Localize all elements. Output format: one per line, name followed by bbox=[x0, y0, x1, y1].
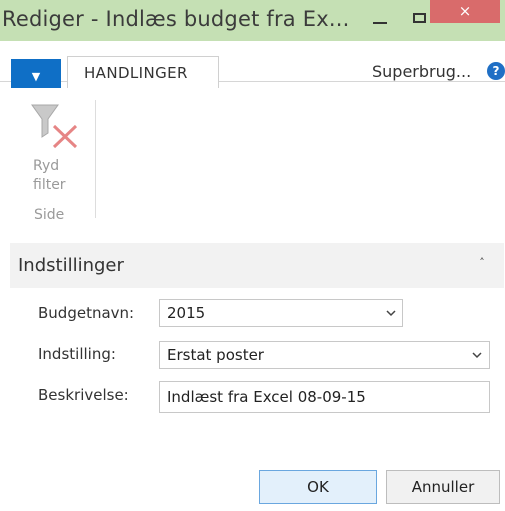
window-title: Rediger - Indlæs budget fra Ex... bbox=[2, 7, 350, 31]
ok-button[interactable]: OK bbox=[259, 470, 377, 504]
close-icon[interactable]: × bbox=[430, 0, 500, 23]
window-title-bar: Rediger - Indlæs budget fra Ex... × bbox=[0, 0, 505, 42]
filter-clear-icon bbox=[31, 104, 78, 149]
help-icon[interactable]: ? bbox=[487, 62, 505, 80]
chevron-up-icon[interactable]: ˄ bbox=[476, 256, 488, 269]
ribbon-divider bbox=[95, 100, 96, 218]
budget-name-value: 2015 bbox=[167, 304, 206, 322]
setting-dropdown[interactable]: Erstat poster bbox=[159, 341, 490, 369]
setting-label: Indstilling: bbox=[38, 345, 116, 363]
clear-filter-label-line2: filter bbox=[33, 177, 66, 193]
clear-filter-button[interactable]: Ryd filter bbox=[33, 157, 66, 195]
user-name[interactable]: Superbrug... bbox=[372, 62, 471, 81]
clear-filter-label-line1: Ryd bbox=[33, 158, 60, 174]
minimize-icon[interactable] bbox=[369, 2, 391, 38]
chevron-down-icon bbox=[472, 352, 482, 359]
cancel-button[interactable]: Annuller bbox=[386, 470, 500, 504]
section-title: Indstillinger bbox=[18, 255, 124, 276]
chevron-down-icon bbox=[386, 310, 396, 317]
description-value: Indlæst fra Excel 08-09-15 bbox=[167, 388, 366, 406]
maximize-icon[interactable] bbox=[410, 2, 432, 38]
description-label: Beskrivelse: bbox=[38, 386, 129, 404]
description-input[interactable]: Indlæst fra Excel 08-09-15 bbox=[159, 381, 490, 413]
budget-name-dropdown[interactable]: 2015 bbox=[159, 299, 403, 327]
setting-value: Erstat poster bbox=[167, 346, 264, 364]
ribbon-group-label: Side bbox=[34, 207, 65, 223]
tab-handlinger-label: HANDLINGER bbox=[84, 64, 188, 82]
budget-name-label: Budgetnavn: bbox=[38, 304, 135, 322]
